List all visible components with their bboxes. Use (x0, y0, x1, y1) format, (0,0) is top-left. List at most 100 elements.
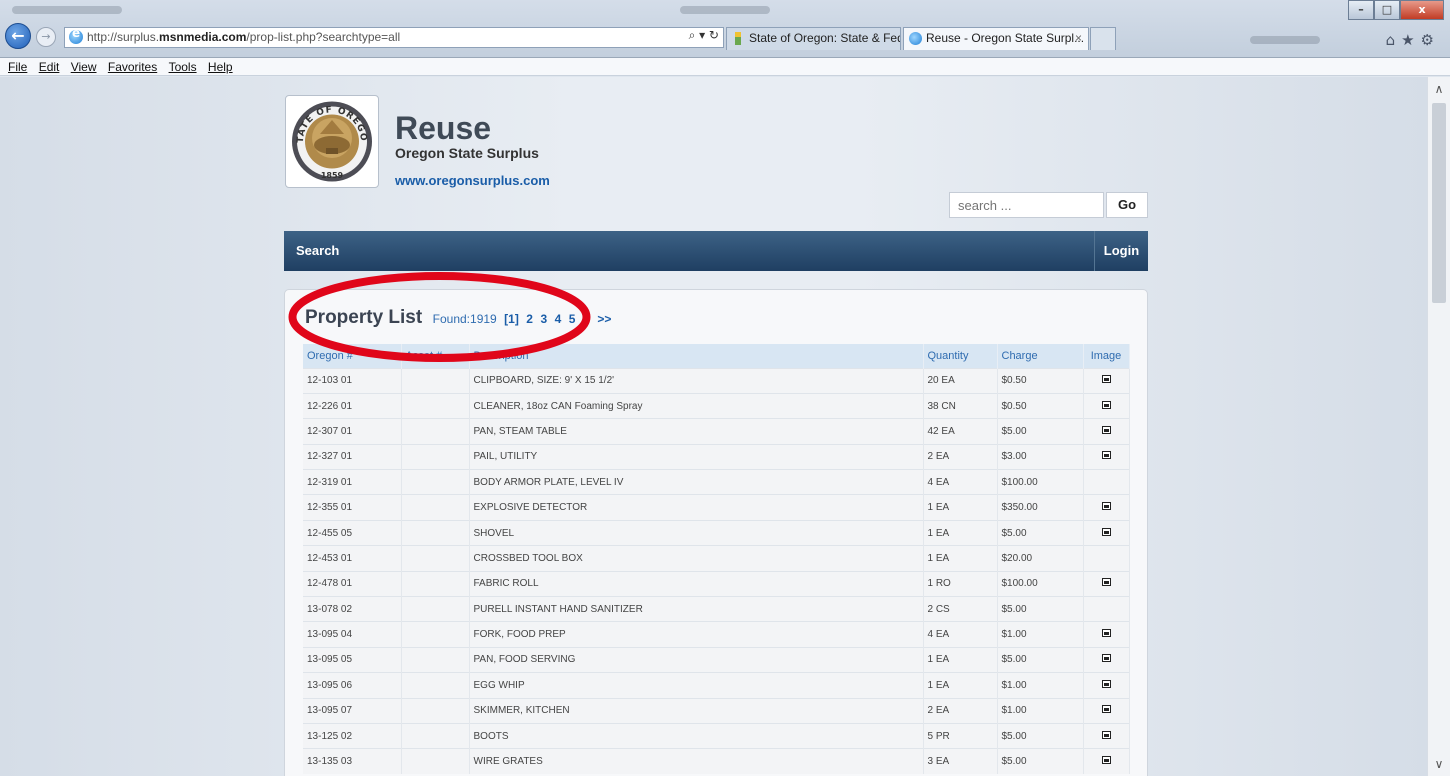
cell-charge: $0.50 (997, 392, 1084, 419)
cell-quantity: 2 CS (923, 596, 998, 622)
scroll-down-icon[interactable]: ∨ (1428, 754, 1450, 774)
cell-quantity: 38 CN (923, 392, 998, 419)
image-icon[interactable] (1101, 400, 1111, 409)
image-icon[interactable] (1101, 705, 1111, 714)
table-row[interactable]: 13-095 04 FORK, FOOD PREP 4 EA $1.00 (303, 621, 1130, 648)
tab-close-icon[interactable]: × (1075, 28, 1082, 49)
browser-title-bar: – □ x ← → http://surplus.msnmedia.com/pr… (0, 0, 1450, 58)
cell-asset (401, 672, 470, 699)
seal-year: 1859 (321, 171, 344, 180)
cell-oregon: 13-095 06 (303, 672, 402, 699)
cell-image (1083, 570, 1130, 597)
nav-login-link[interactable]: Login (1094, 231, 1148, 271)
col-header-quantity[interactable]: Quantity (923, 344, 998, 368)
image-icon[interactable] (1101, 527, 1111, 536)
cell-description: FABRIC ROLL (469, 570, 924, 597)
table-row[interactable]: 13-135 03 WIRE GRATES 3 EA $5.00 (303, 748, 1130, 775)
cell-description: EXPLOSIVE DETECTOR (469, 494, 924, 521)
table-row[interactable]: 13-095 05 PAN, FOOD SERVING 1 EA $5.00 (303, 646, 1130, 673)
image-icon[interactable] (1101, 730, 1111, 739)
cell-charge: $0.50 (997, 367, 1084, 394)
cell-quantity: 2 EA (923, 443, 998, 470)
table-row[interactable]: 12-103 01 CLIPBOARD, SIZE: 9' X 15 1/2' 20… (303, 367, 1130, 394)
back-button[interactable]: ← (5, 23, 31, 49)
nav-search-link[interactable]: Search (296, 231, 339, 271)
table-row[interactable]: 12-455 05 SHOVEL 1 EA $5.00 (303, 519, 1130, 546)
table-row[interactable]: 12-307 01 PAN, STEAM TABLE 42 EA $5.00 (303, 418, 1130, 445)
cell-charge: $1.00 (997, 697, 1084, 724)
menu-favorites[interactable]: Favorites (108, 58, 157, 76)
cell-quantity: 2 EA (923, 697, 998, 724)
cell-description: CLIPBOARD, SIZE: 9' X 15 1/2' (469, 367, 924, 394)
cell-oregon: 13-095 07 (303, 697, 402, 724)
url-domain: msnmedia.com (159, 30, 247, 44)
pagination-last[interactable]: >> (597, 312, 611, 326)
cell-quantity: 4 EA (923, 469, 998, 495)
cell-charge: $100.00 (997, 469, 1084, 495)
cell-quantity: 3 EA (923, 748, 998, 775)
cell-asset (401, 748, 470, 775)
forward-button[interactable]: → (36, 27, 56, 47)
table-row[interactable]: 13-095 06 EGG WHIP 1 EA $1.00 (303, 672, 1130, 699)
search-refresh-icons[interactable]: ⌕ ▾ ↻ (689, 28, 719, 43)
menu-file[interactable]: File (8, 58, 27, 76)
table-row[interactable]: 12-226 01 CLEANER, 18oz CAN Foaming Spray… (303, 392, 1130, 419)
image-icon[interactable] (1101, 375, 1111, 384)
image-icon[interactable] (1101, 756, 1111, 765)
image-icon[interactable] (1101, 654, 1111, 663)
address-bar[interactable]: http://surplus.msnmedia.com/prop-list.ph… (64, 26, 724, 48)
menu-help[interactable]: Help (208, 58, 233, 76)
image-icon[interactable] (1101, 502, 1111, 511)
table-row[interactable]: 12-327 01 PAIL, UTILITY 2 EA $3.00 (303, 443, 1130, 470)
menu-view[interactable]: View (71, 58, 97, 76)
table-body: 12-103 01 CLIPBOARD, SIZE: 9' X 15 1/2' 20… (303, 367, 1130, 775)
url-prefix: http://surplus. (87, 30, 160, 44)
url-path: /prop-list.php?searchtype=all (246, 30, 401, 44)
cell-description: EGG WHIP (469, 672, 924, 699)
table-row[interactable]: 13-078 02 PURELL INSTANT HAND SANITIZER 2 … (303, 596, 1130, 622)
menu-edit[interactable]: Edit (39, 58, 60, 76)
tab-label: Reuse - Oregon State Surpl... (926, 31, 1085, 45)
image-icon[interactable] (1101, 578, 1111, 587)
cell-charge: $5.00 (997, 596, 1084, 622)
table-row[interactable]: 12-355 01 EXPLOSIVE DETECTOR 1 EA $350.00 (303, 494, 1130, 521)
image-icon[interactable] (1101, 451, 1111, 460)
cell-asset (401, 697, 470, 724)
blurred-toolbar-icons (12, 6, 122, 14)
cell-asset (401, 418, 470, 445)
vertical-scrollbar[interactable]: ∧ ∨ (1427, 77, 1450, 776)
cell-oregon: 12-478 01 (303, 570, 402, 597)
image-icon[interactable] (1101, 425, 1111, 434)
cell-quantity: 20 EA (923, 367, 998, 394)
minimize-button[interactable]: – (1348, 0, 1374, 20)
new-tab-button[interactable] (1090, 27, 1116, 50)
close-window-button[interactable]: x (1400, 0, 1444, 20)
table-row[interactable]: 13-095 07 SKIMMER, KITCHEN 2 EA $1.00 (303, 697, 1130, 724)
cell-description: SKIMMER, KITCHEN (469, 697, 924, 724)
cell-charge: $5.00 (997, 519, 1084, 546)
go-button[interactable]: Go (1106, 192, 1148, 218)
tab-state-of-oregon[interactable]: State of Oregon: State & Feder... (726, 27, 901, 50)
ie-page-icon (69, 26, 83, 44)
table-row[interactable]: 12-319 01 BODY ARMOR PLATE, LEVEL IV 4 EA $… (303, 469, 1130, 495)
table-row[interactable]: 12-478 01 FABRIC ROLL 1 RO $100.00 (303, 570, 1130, 597)
cell-charge: $1.00 (997, 621, 1084, 648)
search-input[interactable] (949, 192, 1104, 218)
site-url-link[interactable]: www.oregonsurplus.com (395, 173, 550, 188)
cell-image (1083, 621, 1130, 648)
table-row[interactable]: 12-453 01 CROSSBED TOOL BOX 1 EA $20.00 (303, 545, 1130, 572)
cell-image (1083, 596, 1130, 622)
image-icon[interactable] (1101, 629, 1111, 638)
scroll-up-icon[interactable]: ∧ (1428, 79, 1450, 99)
image-icon[interactable] (1101, 679, 1111, 688)
oregon-favicon-icon (735, 32, 741, 45)
home-favorites-settings-icons[interactable]: ⌂★⚙ (1386, 31, 1440, 49)
scroll-thumb[interactable] (1432, 103, 1446, 303)
col-header-charge[interactable]: Charge (997, 344, 1084, 368)
seal-graphic: STATE OF OREGON 1859 (286, 93, 372, 182)
table-row[interactable]: 13-125 02 BOOTS 5 PR $5.00 (303, 722, 1130, 749)
menu-tools[interactable]: Tools (169, 58, 197, 76)
cell-oregon: 12-453 01 (303, 545, 402, 572)
maximize-button[interactable]: □ (1374, 0, 1400, 20)
tab-reuse[interactable]: Reuse - Oregon State Surpl... × (903, 27, 1089, 50)
